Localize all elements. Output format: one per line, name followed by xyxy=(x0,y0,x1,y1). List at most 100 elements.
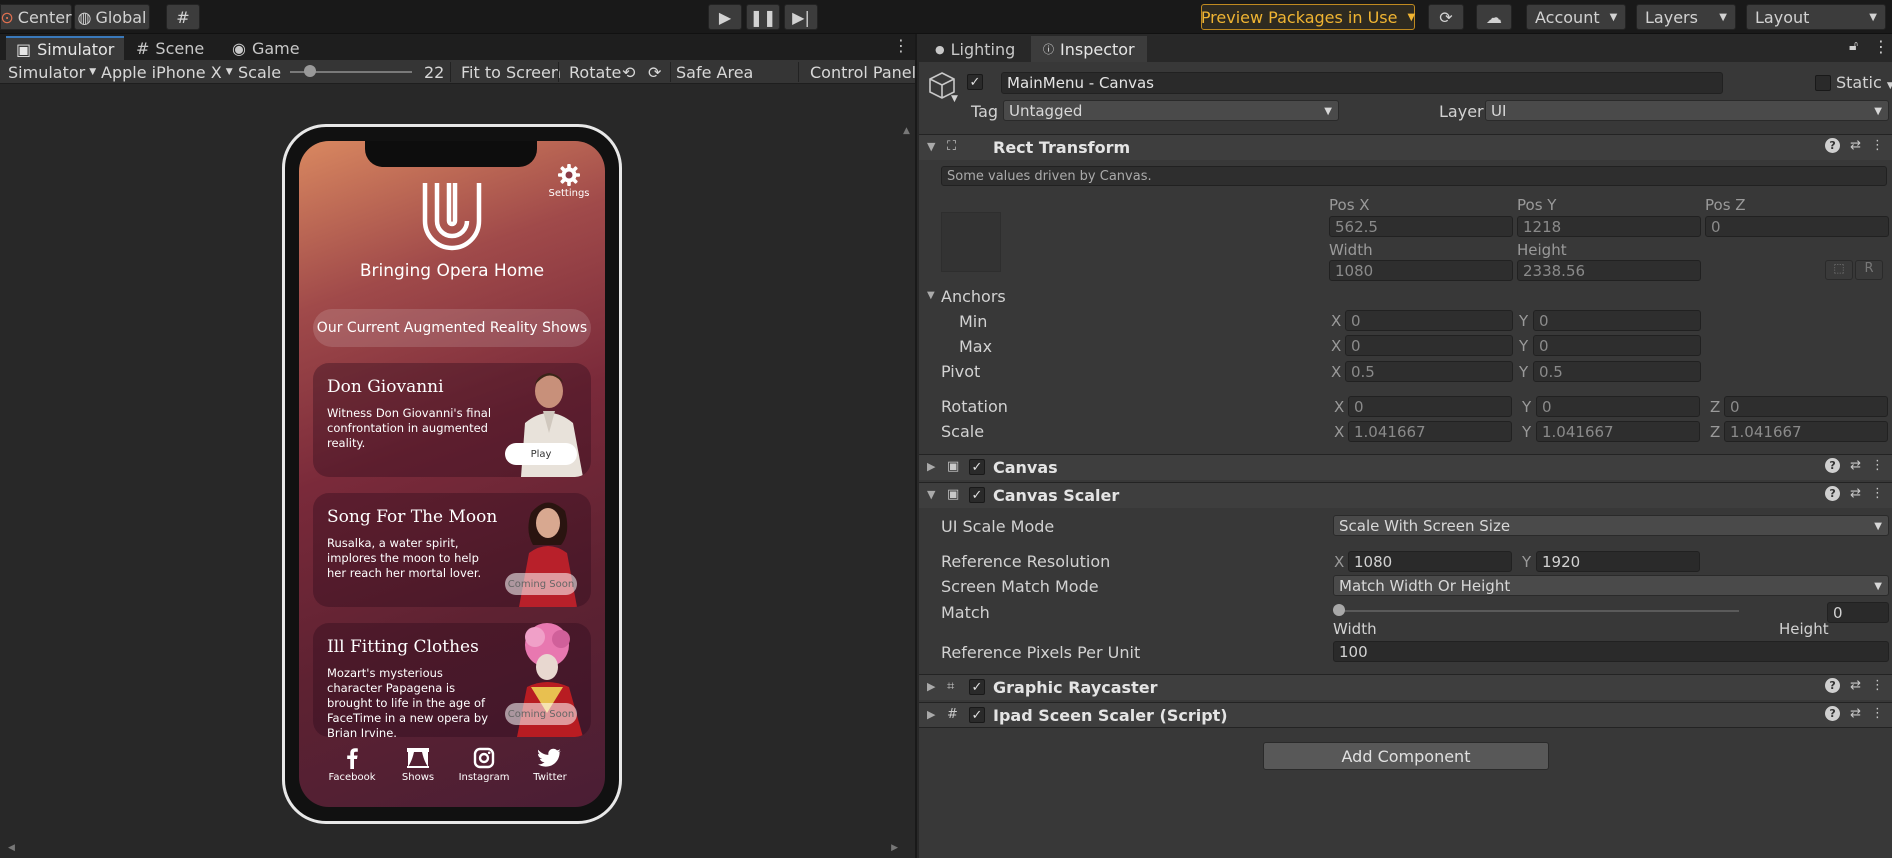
nav-facebook[interactable]: Facebook xyxy=(317,747,387,783)
active-checkbox[interactable]: ✓ xyxy=(967,74,983,90)
play-button[interactable]: Play xyxy=(505,443,577,465)
step-button[interactable]: ▶| xyxy=(784,4,818,30)
panel-menu-icon[interactable]: ⋮ xyxy=(893,36,909,55)
account-dropdown[interactable]: Account ▼ xyxy=(1526,4,1626,30)
tab-inspector[interactable]: ⓘ Inspector xyxy=(1031,36,1147,62)
scroll-up-icon[interactable]: ▲ xyxy=(903,126,911,136)
scroll-left-icon[interactable]: ◀ xyxy=(8,843,15,853)
rotation-x-field[interactable]: 0 xyxy=(1348,396,1512,417)
match-slider[interactable] xyxy=(1339,610,1739,612)
play-button[interactable]: ▶ xyxy=(708,4,742,30)
collab-button[interactable]: ⟳ xyxy=(1428,4,1464,30)
rotation-z-field[interactable]: 0 xyxy=(1724,396,1888,417)
preset-icon[interactable]: ⇄ xyxy=(1850,706,1861,721)
match-slider-thumb[interactable] xyxy=(1333,604,1345,616)
anchor-max-y-field[interactable]: 0 xyxy=(1533,335,1701,356)
rotate-left-icon[interactable]: ⟲ xyxy=(622,60,635,84)
blueprint-mode-icon[interactable]: ⬚ xyxy=(1825,260,1853,280)
simulator-dropdown[interactable]: Simulator ▼ xyxy=(8,60,96,84)
ipad-scaler-enabled-checkbox[interactable]: ✓ xyxy=(969,707,985,723)
height-field[interactable]: 2338.56 xyxy=(1517,260,1701,281)
rotation-y-field[interactable]: 0 xyxy=(1536,396,1700,417)
help-icon[interactable]: ? xyxy=(1825,458,1841,473)
scale-z-field[interactable]: 1.041667 xyxy=(1724,421,1888,442)
raw-edit-button[interactable]: R xyxy=(1855,260,1883,280)
help-icon[interactable]: ? xyxy=(1825,678,1841,693)
graphic-raycaster-header[interactable]: ▶ ⌗ ✓ Graphic Raycaster ? ⇄ ⋮ xyxy=(919,674,1892,700)
control-panel-button[interactable]: Control Panel xyxy=(810,60,916,84)
panel-menu-icon[interactable]: ⋮ xyxy=(1873,37,1889,56)
coming-soon-button[interactable]: Coming Soon xyxy=(505,573,577,595)
rotate-right-icon[interactable]: ⟳ xyxy=(648,60,661,84)
settings-button[interactable]: Settings xyxy=(549,163,590,199)
scale-y-field[interactable]: 1.041667 xyxy=(1536,421,1700,442)
fold-open-icon[interactable]: ▼ xyxy=(927,488,935,501)
pivot-x-field[interactable]: 0.5 xyxy=(1345,361,1513,382)
device-dropdown[interactable]: Apple iPhone X ▼ xyxy=(101,60,233,84)
show-card-ill-fitting-clothes[interactable]: Ill Fitting Clothes Mozart's mysterious … xyxy=(313,623,591,737)
scroll-right-icon[interactable]: ▶ xyxy=(891,843,898,853)
object-name-field[interactable]: MainMenu - Canvas xyxy=(1001,72,1723,94)
fold-closed-icon[interactable]: ▶ xyxy=(927,460,935,473)
tab-game[interactable]: ◉ Game xyxy=(222,36,310,60)
component-menu-icon[interactable]: ⋮ xyxy=(1871,458,1884,473)
pos-z-field[interactable]: 0 xyxy=(1705,216,1889,237)
chevron-down-icon[interactable]: ▼ xyxy=(951,94,958,104)
tab-lighting[interactable]: ● Lighting xyxy=(923,36,1027,62)
static-label[interactable]: Static ▼ xyxy=(1836,73,1892,92)
pause-button[interactable]: ❚❚ xyxy=(746,4,780,30)
component-menu-icon[interactable]: ⋮ xyxy=(1871,138,1884,153)
layout-dropdown[interactable]: Layout ▼ xyxy=(1746,4,1886,30)
horizontal-scrollbar[interactable]: ◀ ▶ xyxy=(8,843,898,854)
anchor-max-x-field[interactable]: 0 xyxy=(1345,335,1513,356)
pivot-center-button[interactable]: ⊙ Center xyxy=(0,4,72,30)
show-card-song-for-the-moon[interactable]: Song For The Moon Rusalka, a water spiri… xyxy=(313,493,591,607)
canvas-scaler-header[interactable]: ▼ ▣ ✓ Canvas Scaler ? ⇄ ⋮ xyxy=(919,482,1892,508)
canvas-header[interactable]: ▶ ▣ ✓ Canvas ? ⇄ ⋮ xyxy=(919,454,1892,480)
nav-instagram[interactable]: Instagram xyxy=(449,747,519,783)
preset-icon[interactable]: ⇄ xyxy=(1850,458,1861,473)
grid-snap-button[interactable]: # xyxy=(166,4,200,30)
pos-x-field[interactable]: 562.5 xyxy=(1329,216,1513,237)
lock-icon[interactable]: 🔓︎ xyxy=(1849,38,1858,54)
tab-scene[interactable]: # Scene xyxy=(126,36,214,60)
nav-shows[interactable]: Shows xyxy=(383,747,453,783)
screen-match-mode-dropdown[interactable]: Match Width Or Height ▼ xyxy=(1333,575,1889,596)
canvas-scaler-enabled-checkbox[interactable]: ✓ xyxy=(969,487,985,503)
show-card-don-giovanni[interactable]: Don Giovanni Witness Don Giovanni's fina… xyxy=(313,363,591,477)
tag-dropdown[interactable]: Untagged ▼ xyxy=(1003,100,1339,121)
anchors-fold-icon[interactable]: ▼ xyxy=(927,290,935,301)
layer-dropdown[interactable]: UI ▼ xyxy=(1485,100,1889,121)
add-component-button[interactable]: Add Component xyxy=(1263,742,1549,770)
fold-closed-icon[interactable]: ▶ xyxy=(927,708,935,721)
vertical-scrollbar[interactable]: ▲ ▼ xyxy=(903,126,911,858)
anchor-min-y-field[interactable]: 0 xyxy=(1533,310,1701,331)
preset-icon[interactable]: ⇄ xyxy=(1850,138,1861,153)
reference-resolution-y-field[interactable]: 1920 xyxy=(1536,551,1700,572)
pos-y-field[interactable]: 1218 xyxy=(1517,216,1701,237)
layers-dropdown[interactable]: Layers ▼ xyxy=(1636,4,1736,30)
ui-scale-mode-dropdown[interactable]: Scale With Screen Size ▼ xyxy=(1333,515,1889,536)
tab-simulator[interactable]: ▣ Simulator xyxy=(6,36,125,60)
scale-slider-thumb[interactable] xyxy=(304,65,316,77)
static-checkbox[interactable] xyxy=(1815,75,1831,91)
help-icon[interactable]: ? xyxy=(1825,486,1841,501)
component-menu-icon[interactable]: ⋮ xyxy=(1871,706,1884,721)
cloud-button[interactable]: ☁ xyxy=(1476,4,1512,30)
preset-icon[interactable]: ⇄ xyxy=(1850,486,1861,501)
global-button[interactable]: ◍ Global xyxy=(74,4,150,30)
fit-to-screen-button[interactable]: Fit to Screen xyxy=(461,60,561,84)
fold-closed-icon[interactable]: ▶ xyxy=(927,680,935,693)
canvas-enabled-checkbox[interactable]: ✓ xyxy=(969,459,985,475)
nav-twitter[interactable]: Twitter xyxy=(515,747,585,783)
component-menu-icon[interactable]: ⋮ xyxy=(1871,678,1884,693)
graphic-raycaster-enabled-checkbox[interactable]: ✓ xyxy=(969,679,985,695)
help-icon[interactable]: ? xyxy=(1825,706,1841,721)
anchor-min-x-field[interactable]: 0 xyxy=(1345,310,1513,331)
rect-transform-header[interactable]: ▼ ⛶ Rect Transform ? ⇄ ⋮ xyxy=(919,134,1892,160)
width-field[interactable]: 1080 xyxy=(1329,260,1513,281)
reference-resolution-x-field[interactable]: 1080 xyxy=(1348,551,1512,572)
anchor-preset-icon[interactable] xyxy=(941,212,1001,272)
pivot-y-field[interactable]: 0.5 xyxy=(1533,361,1701,382)
preset-icon[interactable]: ⇄ xyxy=(1850,678,1861,693)
